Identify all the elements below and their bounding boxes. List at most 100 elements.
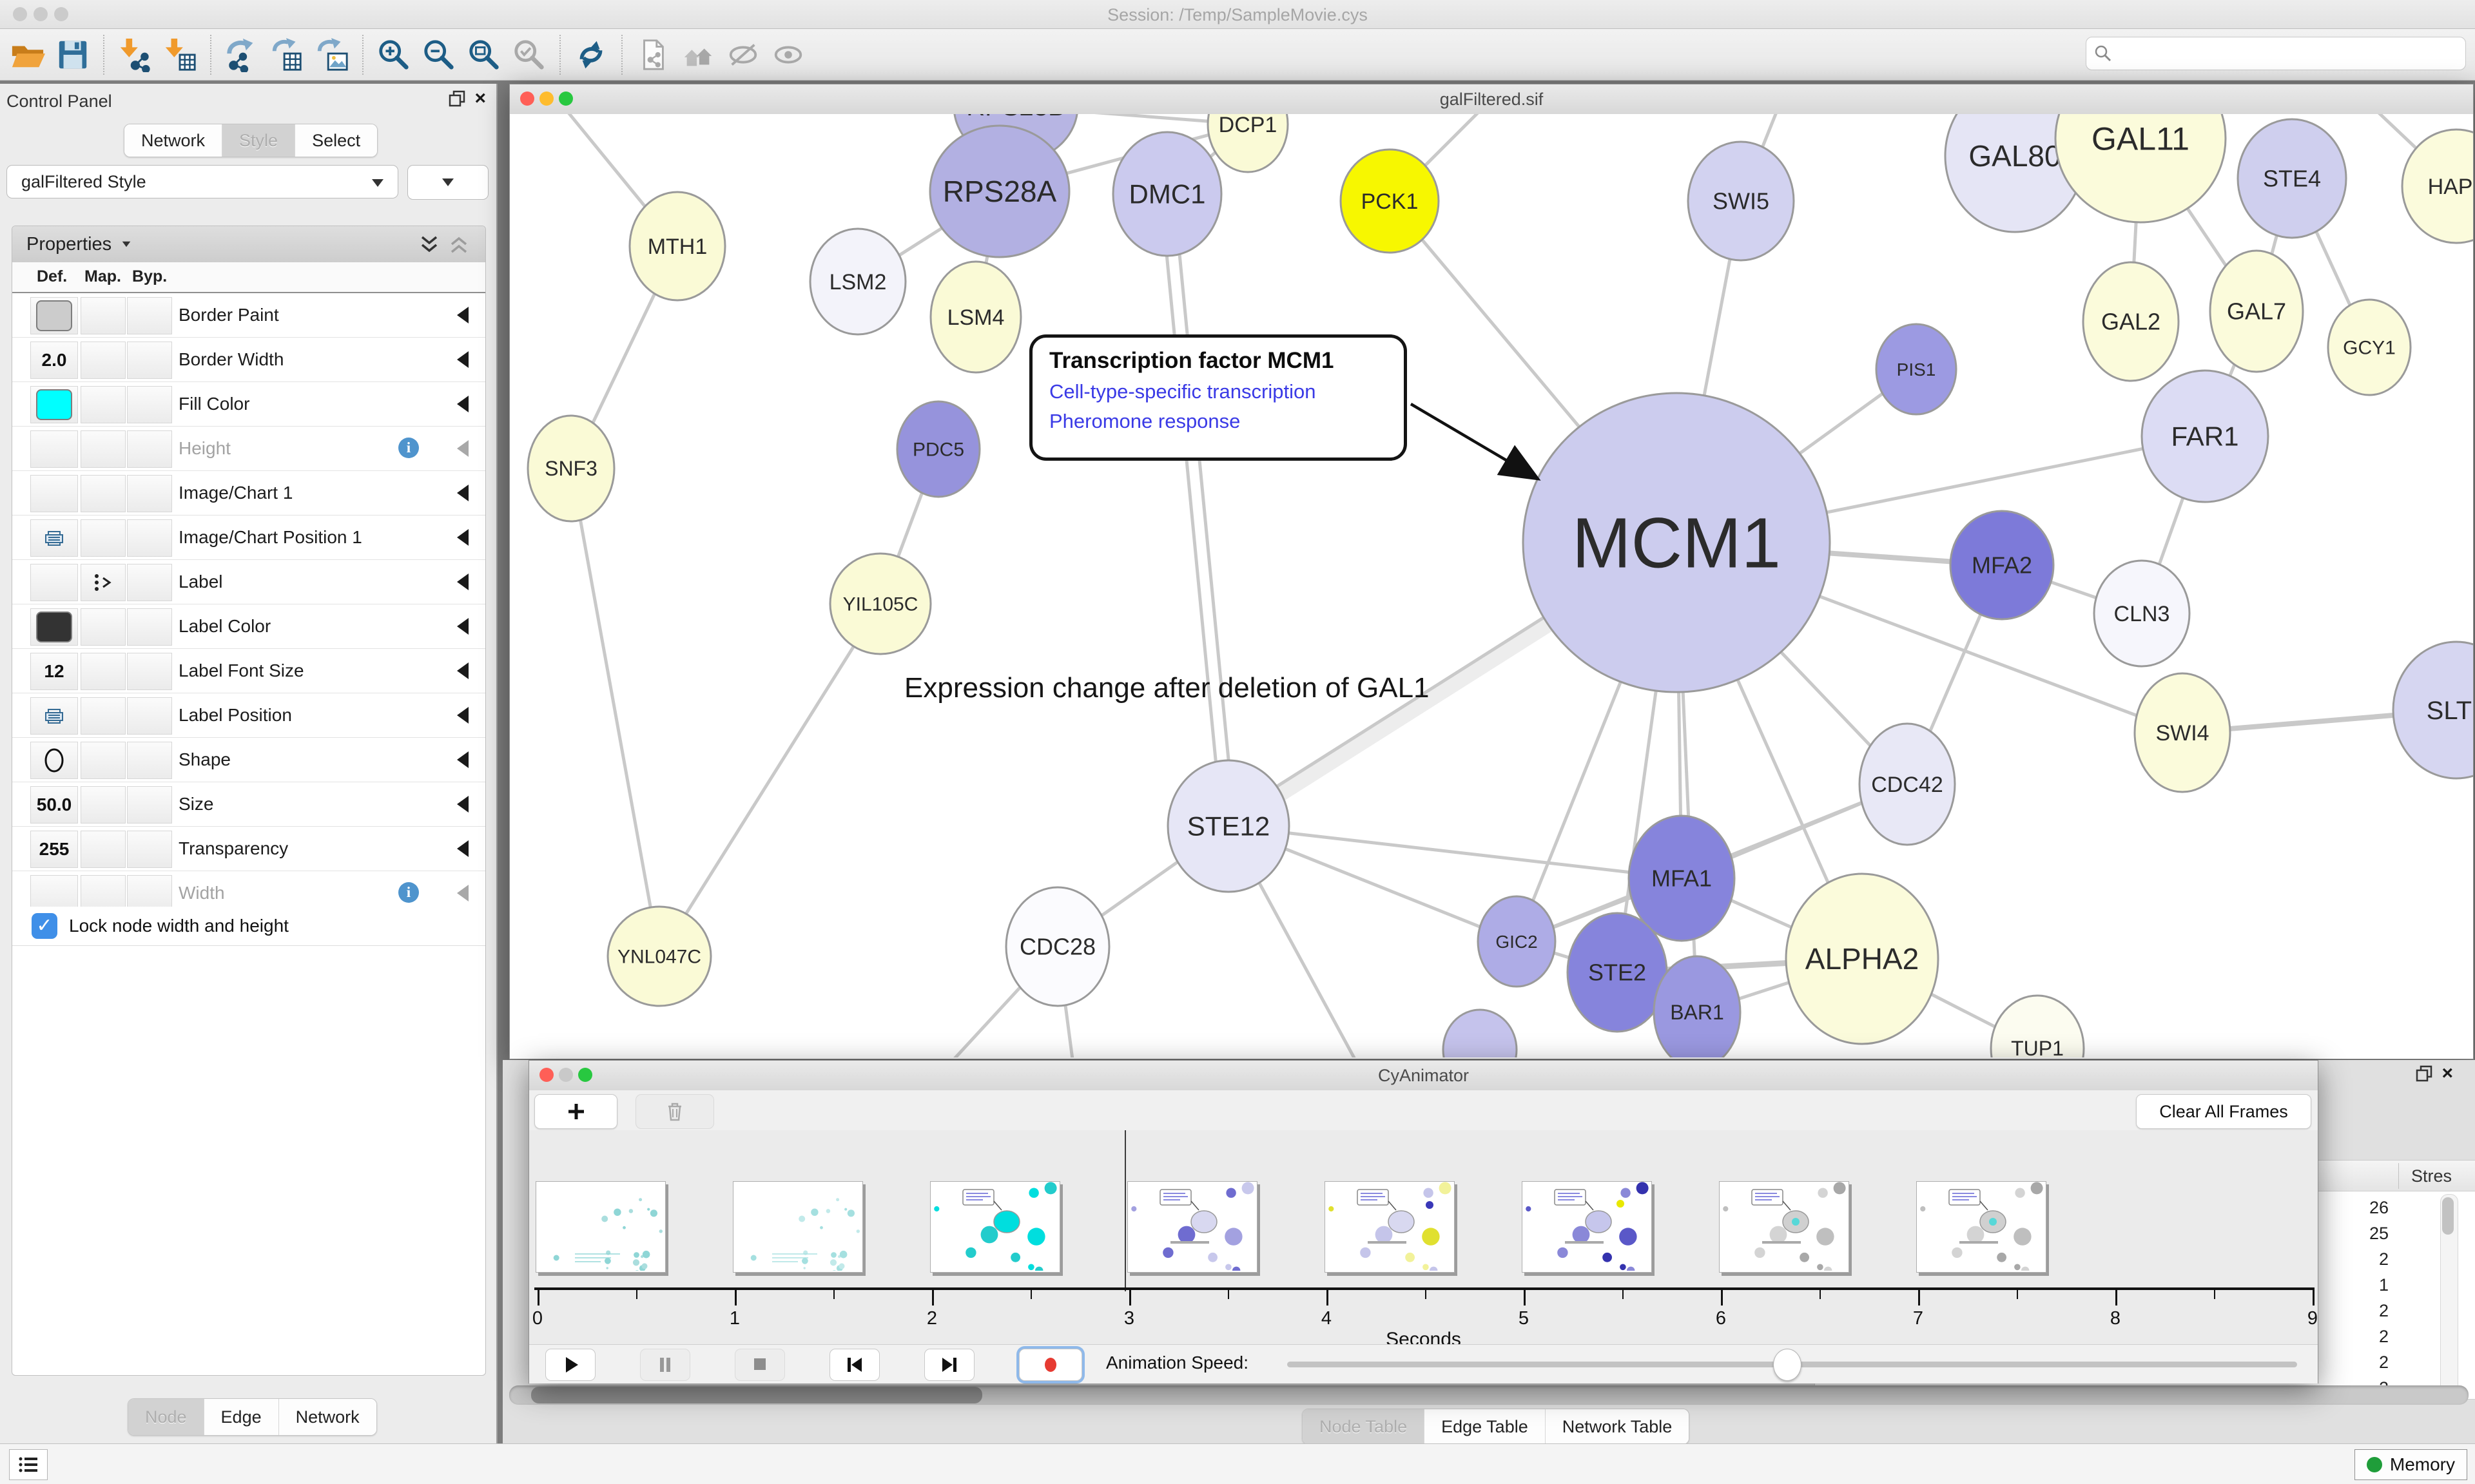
network-node-gal11[interactable]: GAL11 (2055, 114, 2226, 222)
record-button[interactable] (1019, 1349, 1082, 1381)
annotation-link-1[interactable]: Cell-type-specific transcription (1049, 380, 1404, 403)
next-frame-button[interactable] (924, 1349, 975, 1381)
tab-edge-table[interactable]: Edge Table (1424, 1409, 1545, 1444)
expand-all-icon[interactable] (418, 235, 440, 258)
network-node-ynl047c[interactable]: YNL047C (608, 907, 711, 1006)
default-value-cell[interactable] (30, 430, 78, 468)
network-edge[interactable] (1161, 194, 1222, 826)
default-value-cell[interactable] (30, 564, 78, 601)
mapping-cell[interactable] (81, 564, 126, 601)
network-node-alpha2[interactable]: ALPHA2 (1786, 874, 1938, 1044)
animation-speed-thumb[interactable] (1773, 1349, 1801, 1381)
show-panels-button[interactable] (9, 1449, 48, 1480)
style-options-button[interactable] (407, 165, 489, 200)
refresh-layout-icon[interactable] (571, 35, 611, 75)
network-node-ste12[interactable]: STE12 (1168, 760, 1289, 892)
network-window-titlebar[interactable]: galFiltered.sif (510, 84, 2473, 115)
table-vertical-scrollbar[interactable] (2440, 1194, 2458, 1396)
default-value-cell[interactable]: 255 (30, 831, 78, 868)
property-row-size[interactable]: 50.0Size (12, 782, 485, 827)
import-network-icon[interactable] (115, 35, 155, 75)
network-node-swi4[interactable]: SWI4 (2135, 673, 2230, 792)
column-stress[interactable]: Stres (2411, 1166, 2452, 1186)
group-nodes-icon[interactable] (678, 35, 718, 75)
search-field[interactable] (2112, 43, 2437, 64)
mapping-cell[interactable] (81, 386, 126, 423)
network-node-swi5[interactable]: SWI5 (1688, 142, 1794, 260)
network-node-cln3[interactable]: CLN3 (2094, 561, 2189, 666)
mapping-cell[interactable] (81, 831, 126, 868)
add-frame-button[interactable] (534, 1094, 617, 1129)
table-horizontal-scrollbar[interactable] (509, 1385, 2469, 1405)
mapping-cell[interactable] (81, 786, 126, 824)
bypass-cell[interactable] (127, 653, 172, 690)
collapse-row-icon[interactable] (457, 485, 469, 501)
network-node-lsm2[interactable]: LSM2 (810, 229, 906, 334)
bypass-cell[interactable] (127, 297, 172, 334)
tab-select[interactable]: Select (295, 124, 377, 157)
default-value-cell[interactable] (30, 297, 78, 334)
timeline-frame-4[interactable] (1325, 1181, 1455, 1273)
property-row-label-color[interactable]: Label Color (12, 604, 485, 649)
mapping-cell[interactable] (81, 430, 126, 468)
collapse-row-icon[interactable] (457, 840, 469, 857)
network-node-pis1[interactable]: PIS1 (1876, 324, 1956, 414)
collapse-row-icon[interactable] (457, 396, 469, 412)
pause-button[interactable] (640, 1349, 690, 1381)
clear-all-frames-button[interactable]: Clear All Frames (2136, 1094, 2311, 1129)
mapping-cell[interactable] (81, 519, 126, 557)
mapping-cell[interactable] (81, 697, 126, 735)
network-node-pdc5[interactable]: PDC5 (897, 401, 980, 497)
collapse-row-icon[interactable] (457, 351, 469, 368)
timeline-frame-3[interactable] (1127, 1181, 1257, 1273)
zoom-in-icon[interactable] (374, 35, 414, 75)
close-table-panel-icon[interactable]: × (2441, 1065, 2453, 1082)
tab-network-table[interactable]: Network Table (1545, 1409, 1689, 1444)
collapse-row-icon[interactable] (457, 440, 469, 457)
delete-frame-button[interactable] (636, 1094, 714, 1129)
bypass-cell[interactable] (127, 430, 172, 468)
bypass-cell[interactable] (127, 386, 172, 423)
zoom-selected-icon[interactable] (509, 35, 549, 75)
network-node-ste2[interactable]: STE2 (1568, 913, 1667, 1032)
network-node-gal2[interactable]: GAL2 (2083, 262, 2179, 381)
mapping-cell[interactable] (81, 653, 126, 690)
mapping-cell[interactable] (81, 342, 126, 379)
network-node-far1[interactable]: FAR1 (2142, 371, 2268, 502)
bypass-cell[interactable] (127, 742, 172, 779)
network-node-dcp1[interactable]: DCP1 (1208, 114, 1288, 172)
bypass-cell[interactable] (127, 519, 172, 557)
open-folder-icon[interactable] (8, 35, 48, 75)
network-edge[interactable] (571, 468, 659, 956)
zoom-out-icon[interactable] (419, 35, 459, 75)
network-node-lsm4[interactable]: LSM4 (931, 262, 1021, 372)
export-table-icon[interactable] (267, 35, 307, 75)
timeline-frame-2[interactable] (930, 1181, 1060, 1273)
collapse-row-icon[interactable] (457, 885, 469, 901)
network-node-snf3[interactable]: SNF3 (528, 416, 614, 521)
tab-network[interactable]: Network (278, 1399, 376, 1435)
timeline-playhead[interactable] (1125, 1130, 1126, 1291)
zoom-fit-icon[interactable] (464, 35, 504, 75)
tab-node-table[interactable]: Node Table (1303, 1409, 1424, 1444)
collapse-row-icon[interactable] (457, 707, 469, 724)
network-node-rps28a[interactable]: RPS28A (930, 126, 1069, 257)
collapse-row-icon[interactable] (457, 529, 469, 546)
network-node-cdc42[interactable]: CDC42 (1859, 724, 1955, 845)
network-edge[interactable] (659, 604, 880, 956)
network-node-gal7[interactable]: GAL7 (2210, 251, 2303, 372)
default-value-cell[interactable]: 50.0 (30, 786, 78, 824)
timeline-frame-7[interactable] (1916, 1181, 2046, 1273)
play-button[interactable] (545, 1349, 596, 1381)
network-node-cdc28[interactable]: CDC28 (1006, 887, 1109, 1006)
bypass-cell[interactable] (127, 475, 172, 512)
mapping-cell[interactable] (81, 297, 126, 334)
network-edge[interactable] (1174, 194, 1235, 826)
network-node-tup1[interactable]: TUP1 (1991, 996, 2084, 1057)
collapse-row-icon[interactable] (457, 796, 469, 813)
default-value-cell[interactable] (30, 475, 78, 512)
property-row-fill-color[interactable]: Fill Color (12, 382, 485, 427)
collapse-row-icon[interactable] (457, 573, 469, 590)
cyanimator-titlebar[interactable]: CyAnimator (529, 1061, 2318, 1091)
network-node-gic2[interactable]: GIC2 (1478, 896, 1555, 987)
